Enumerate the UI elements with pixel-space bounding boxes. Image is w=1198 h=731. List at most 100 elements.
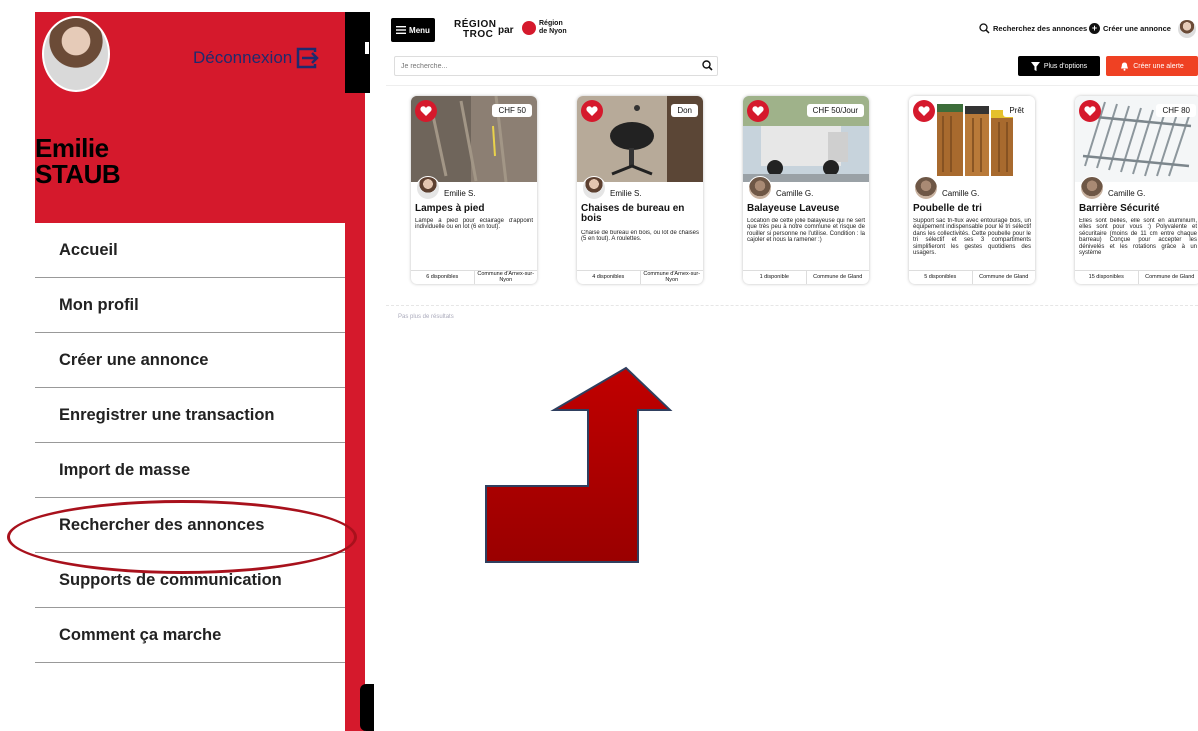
menu-item-import-masse[interactable]: Import de masse — [35, 443, 345, 498]
menu-item-comment-ca-marche[interactable]: Comment ça marche — [35, 608, 345, 663]
listing-description: Support sac tri-flux avec entourage bois… — [913, 218, 1031, 257]
menu-item-enregistrer-transaction[interactable]: Enregistrer une transaction — [35, 388, 345, 443]
user-name: Emilie STAUB — [35, 133, 121, 189]
listing-grid: CHF 50 Emilie S. Lampes à pied Lampe à p… — [411, 96, 1198, 286]
listing-price: Don — [671, 104, 698, 117]
plus-circle-icon: + — [1089, 23, 1100, 34]
listing-footer: 4 disponibles Commune d'Arnex-sur-Nyon — [577, 270, 703, 284]
menu-item-creer-annonce[interactable]: Créer une annonce — [35, 333, 345, 388]
listing-location: Commune de Gland — [805, 271, 870, 284]
top-search-link[interactable]: Recherchez des annonces — [979, 23, 1087, 34]
top-user-avatar[interactable] — [1178, 20, 1196, 38]
heart-icon — [586, 106, 598, 116]
listing-description: Location de cette jolie balayeuse qui ne… — [747, 218, 865, 244]
user-first-name: Emilie — [35, 133, 109, 163]
owner-avatar — [582, 176, 606, 200]
menu-red-edge — [345, 93, 365, 731]
menu-button-label: Menu — [409, 25, 430, 35]
listing-location: Commune de Gland — [971, 271, 1036, 284]
heart-icon — [420, 106, 432, 116]
menu-button[interactable]: Menu — [391, 18, 435, 42]
listing-owner[interactable]: Emilie S. — [582, 176, 642, 200]
listing-availability: 5 disponibles — [924, 273, 957, 280]
listing-price: CHF 80 — [1156, 104, 1196, 117]
top-create-label: Créer une annonce — [1103, 24, 1171, 33]
listing-price: Prêt — [1003, 104, 1030, 117]
menu-item-rechercher-annonces[interactable]: Rechercher des annonces — [35, 498, 345, 553]
menu-item-mon-profil[interactable]: Mon profil — [35, 278, 345, 333]
listing-description: Chaise de bureau en bois, ou lot de chai… — [581, 230, 699, 243]
listing-title[interactable]: Barrière Sécurité — [1079, 204, 1198, 214]
owner-avatar — [416, 176, 440, 200]
owner-name: Camille G. — [776, 188, 814, 198]
favorite-button[interactable] — [747, 100, 769, 122]
region-logo-mark-icon — [522, 21, 536, 35]
listing-availability: 15 disponibles — [1088, 273, 1124, 280]
favorite-button[interactable] — [913, 100, 935, 122]
results-divider — [386, 305, 1198, 306]
listing-card[interactable]: CHF 80 Camille G. Barrière Sécurité Elle… — [1075, 96, 1198, 284]
listing-price: CHF 50 — [492, 104, 532, 117]
heart-icon — [918, 106, 930, 116]
listing-title[interactable]: Chaises de bureau en bois — [581, 204, 701, 224]
listing-location: Commune d'Arnex-sur-Nyon — [639, 271, 704, 284]
bell-icon — [1121, 62, 1129, 71]
listing-title[interactable]: Lampes à pied — [415, 204, 535, 214]
owner-avatar — [748, 176, 772, 200]
listing-availability: 4 disponibles — [592, 273, 625, 280]
listing-card[interactable]: Prêt Camille G. Poubelle de tri Support … — [909, 96, 1035, 284]
top-create-link[interactable]: + Créer une annonce — [1089, 23, 1171, 34]
owner-name: Camille G. — [942, 188, 980, 198]
listing-owner[interactable]: Camille G. — [914, 176, 979, 200]
listing-footer: 1 disponible Commune de Gland — [743, 270, 869, 284]
logout-link[interactable]: Déconnexion — [193, 47, 321, 69]
more-options-label: Plus d'options — [1043, 62, 1088, 70]
listing-title[interactable]: Balayeuse Laveuse — [747, 204, 867, 214]
listing-availability: 6 disponibles — [426, 273, 459, 280]
logo-region-line2: de Nyon — [539, 28, 567, 35]
listing-card[interactable]: Don Emilie S. Chaises de bureau en bois … — [577, 96, 703, 284]
listing-description: Elles sont belles, elle sont en aluminiu… — [1079, 218, 1197, 257]
listing-footer: 15 disponibles Commune de Gland — [1075, 270, 1198, 284]
listing-footer: 5 disponibles Commune de Gland — [909, 270, 1035, 284]
listing-location: Commune de Gland — [1137, 271, 1198, 284]
listing-card[interactable]: CHF 50/Jour Camille G. Balayeuse Laveuse… — [743, 96, 869, 284]
listing-footer: 6 disponibles Commune d'Arnex-sur-Nyon — [411, 270, 537, 284]
favorite-button[interactable] — [1079, 100, 1101, 122]
favorite-button[interactable] — [581, 100, 603, 122]
search-icon — [979, 23, 990, 34]
listing-owner[interactable]: Camille G. — [748, 176, 813, 200]
menu-close-mark — [365, 42, 369, 54]
regiontroc-logo[interactable]: RÉGION TROC — [454, 20, 496, 40]
logo-region-line1: Région — [539, 20, 563, 27]
toolbar-divider — [386, 85, 1198, 86]
logo-par: par — [498, 25, 514, 36]
user-last-name: STAUB — [35, 159, 121, 189]
create-alert-button[interactable]: Créer une alerte — [1106, 56, 1198, 76]
search-input[interactable] — [394, 56, 718, 76]
create-alert-label: Créer une alerte — [1133, 62, 1184, 70]
listing-description: Lampe à pied pour éclairage d'appoint in… — [415, 218, 533, 231]
menu-item-supports-communication[interactable]: Supports de communication — [35, 553, 345, 608]
menu-item-accueil[interactable]: Accueil — [35, 223, 345, 278]
side-menu-panel: Déconnexion Emilie STAUB Accueil Mon pro… — [0, 0, 380, 731]
filter-icon — [1030, 61, 1040, 71]
favorite-button[interactable] — [415, 100, 437, 122]
arrow-annotation-icon — [485, 366, 673, 563]
menu-side-tab[interactable] — [360, 684, 374, 731]
listing-owner[interactable]: Emilie S. — [416, 176, 476, 200]
logout-label: Déconnexion — [193, 48, 293, 67]
listing-owner[interactable]: Camille G. — [1080, 176, 1145, 200]
top-bar: Menu RÉGION TROC par Région de Nyon Rech… — [386, 12, 1198, 50]
heart-icon — [752, 106, 764, 116]
more-options-button[interactable]: Plus d'options — [1018, 56, 1100, 76]
owner-name: Camille G. — [1108, 188, 1146, 198]
logout-icon — [297, 47, 321, 69]
listing-card[interactable]: CHF 50 Emilie S. Lampes à pied Lampe à p… — [411, 96, 537, 284]
hamburger-icon — [396, 26, 407, 34]
search-icon[interactable] — [702, 60, 713, 71]
no-more-results-text: Pas plus de résultats — [398, 314, 454, 320]
listing-price: CHF 50/Jour — [806, 104, 864, 117]
user-avatar[interactable] — [42, 16, 110, 92]
listing-title[interactable]: Poubelle de tri — [913, 204, 1033, 214]
